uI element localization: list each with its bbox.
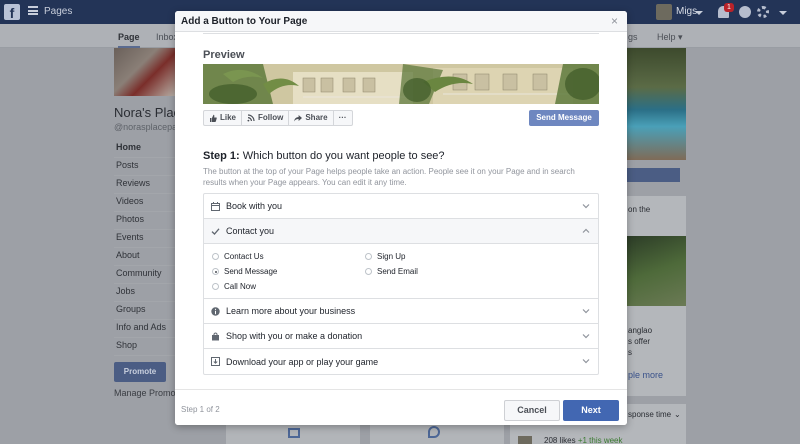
pages-label[interactable]: Pages [44,6,72,17]
step-heading: Step 1: Which button do you want people … [203,150,445,162]
sidebar-item-about[interactable]: About [114,248,176,266]
preview-heading: Preview [203,49,245,61]
page-handle[interactable]: @norasplacepa [114,122,177,132]
location-pin-icon[interactable] [428,426,440,438]
right-card-description: anglao s offer s [628,326,653,357]
sidebar-item-groups[interactable]: Groups [114,302,176,320]
close-icon[interactable]: × [611,14,618,28]
likes-thumbnail [518,436,532,444]
page-action-button[interactable] [626,168,680,182]
user-avatar[interactable] [656,4,672,20]
step-counter: Step 1 of 2 [181,405,220,414]
likes-summary: 208 likes +1 this week [544,436,623,444]
facebook-logo[interactable]: f [4,4,20,21]
radio-call-now[interactable]: Call Now [212,282,256,291]
sidebar-item-events[interactable]: Events [114,230,176,248]
chevron-down-icon[interactable]: ⌄ [674,410,681,419]
option-label: Book with you [226,201,283,211]
radio-button[interactable] [365,253,372,260]
cancel-button[interactable]: Cancel [504,400,560,421]
sidebar-item-info-and-ads[interactable]: Info and Ads [114,320,176,338]
option-book-with-you[interactable]: Book with you [204,194,598,219]
calendar-icon [211,201,220,211]
dialog-header: Add a Button to Your Page × [175,11,627,32]
chevron-down-icon[interactable] [695,11,703,15]
gear-icon[interactable] [757,6,769,18]
promote-button[interactable]: Promote [114,362,166,382]
option-label: Download your app or play your game [226,356,379,367]
share-arrow-icon [294,115,303,122]
user-name[interactable]: Migs [676,6,697,17]
chevron-up-icon [582,228,590,233]
radio-button[interactable] [212,253,219,260]
add-button-dialog: Add a Button to Your Page × Preview Like… [175,11,627,425]
radio-send-message[interactable]: Send Message [212,267,277,276]
tab-settings[interactable]: gs [628,32,638,42]
step-description: The button at the top of your Page helps… [203,167,575,187]
radio-contact-us[interactable]: Contact Us [212,252,264,261]
dialog-footer: Step 1 of 2 Cancel Next [175,389,627,425]
sidebar-item-home[interactable]: Home [114,140,176,158]
response-time-label: sponse time [628,410,672,419]
option-label: Learn more about your business [226,306,356,316]
dialog-title: Add a Button to Your Page [181,16,308,27]
dialog-body[interactable]: Preview Like Follow Share ··· Send Messa… [175,32,627,389]
help-icon[interactable] [739,6,751,18]
sidebar-item-photos[interactable]: Photos [114,212,176,230]
tab-help[interactable]: Help ▾ [657,32,683,43]
sidebar-item-videos[interactable]: Videos [114,194,176,212]
chevron-down-icon [582,309,590,314]
option-download-app[interactable]: Download your app or play your game [204,349,598,374]
download-icon [211,357,220,366]
follow-button[interactable]: Follow [242,111,290,125]
option-learn-more[interactable]: Learn more about your business [204,299,598,324]
shopping-bag-icon [212,332,219,340]
option-shop-or-donate[interactable]: Shop with you or make a donation [204,324,598,349]
thumbs-up-icon [210,114,217,122]
account-menu-chevron-icon[interactable] [779,11,787,15]
sidebar-item-reviews[interactable]: Reviews [114,176,176,194]
photo-album-icon[interactable] [288,428,300,438]
page-action-bar: Like Follow Share ··· [203,110,353,126]
option-contact-you[interactable]: Contact you [204,219,598,244]
more-options-button[interactable]: ··· [334,111,352,125]
radio-send-email[interactable]: Send Email [365,267,418,276]
option-label: Shop with you or make a donation [226,331,363,341]
like-button[interactable]: Like [204,111,243,125]
radio-button[interactable] [212,283,219,290]
page-left-navigation: Home Posts Reviews Videos Photos Events … [114,140,176,356]
chevron-down-icon [582,334,590,339]
send-message-preview-button[interactable]: Send Message [529,110,599,126]
button-type-options: Book with you Contact you Contact Us Sig… [203,193,599,375]
contact-choices: Contact Us Sign Up Send Message Send Ema… [204,244,598,299]
sidebar-item-jobs[interactable]: Jobs [114,284,176,302]
cover-photo[interactable] [626,48,686,160]
notification-badge: 1 [724,3,734,12]
cover-image [203,64,599,104]
rss-icon [247,114,255,122]
info-icon [211,306,220,316]
sidebar-item-community[interactable]: Community [114,266,176,284]
preview-cover-photo [203,64,599,104]
option-label: Contact you [226,226,275,236]
next-button[interactable]: Next [563,400,619,421]
chevron-down-icon [582,204,590,209]
see-more-link[interactable]: ple more [628,370,663,380]
sidebar-item-shop[interactable]: Shop [114,338,176,356]
right-card-text: on the [628,205,651,214]
share-button[interactable]: Share [289,111,334,125]
checkmark-icon [211,227,220,235]
menu-icon[interactable] [28,6,38,15]
divider [203,32,599,34]
radio-button[interactable] [365,268,372,275]
right-card-photo[interactable] [626,236,686,306]
chevron-down-icon [582,359,590,364]
page-profile-photo[interactable] [114,48,176,96]
tab-page[interactable]: Page [118,32,140,48]
radio-button-selected[interactable] [212,268,219,275]
sidebar-item-posts[interactable]: Posts [114,158,176,176]
more-icon: ··· [338,113,347,122]
radio-sign-up[interactable]: Sign Up [365,252,405,261]
